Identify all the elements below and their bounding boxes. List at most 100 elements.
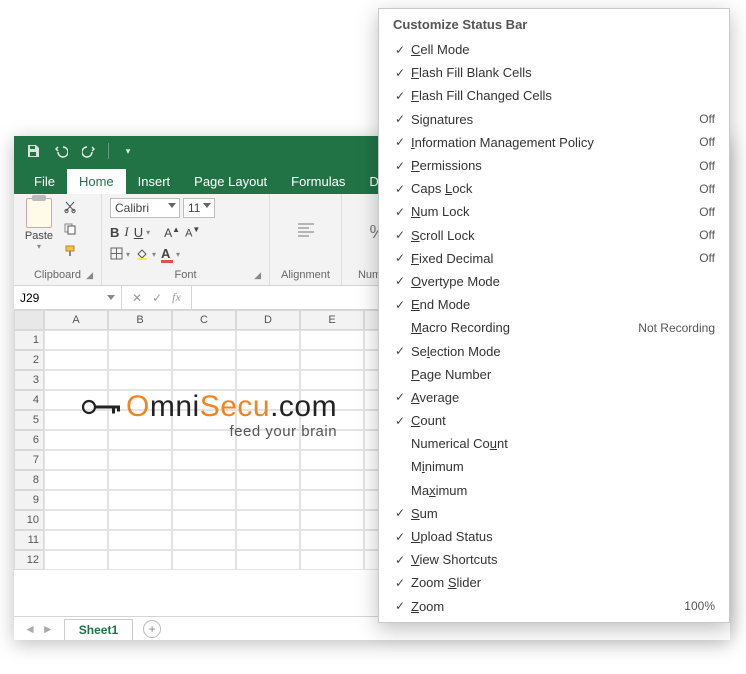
statusbar-option-upload-status[interactable]: ✓Upload Status <box>379 525 729 548</box>
paste-button[interactable]: Paste ▾ <box>22 198 56 251</box>
cell[interactable] <box>172 490 236 510</box>
ribbon-tab-formulas[interactable]: Formulas <box>279 169 357 194</box>
sheet-nav-next-icon[interactable]: ► <box>42 622 54 636</box>
qat-customize-icon[interactable]: ▾ <box>119 142 137 160</box>
sheet-nav-prev-icon[interactable]: ◄ <box>24 622 36 636</box>
statusbar-option-page-number[interactable]: Page Number <box>379 363 729 386</box>
borders-icon[interactable] <box>110 247 123 263</box>
row-header[interactable]: 6 <box>14 430 44 450</box>
cell[interactable] <box>44 450 108 470</box>
ribbon-tab-page-layout[interactable]: Page Layout <box>182 169 279 194</box>
column-header[interactable]: B <box>108 310 172 330</box>
cell[interactable] <box>44 370 108 390</box>
cell[interactable] <box>44 550 108 570</box>
cell[interactable] <box>44 470 108 490</box>
row-header[interactable]: 9 <box>14 490 44 510</box>
cell[interactable] <box>236 530 300 550</box>
cell[interactable] <box>44 330 108 350</box>
row-header[interactable]: 5 <box>14 410 44 430</box>
statusbar-option-flash-fill-changed-cells[interactable]: ✓Flash Fill Changed Cells <box>379 84 729 107</box>
undo-icon[interactable] <box>52 142 70 160</box>
cell[interactable] <box>172 470 236 490</box>
cell[interactable] <box>108 470 172 490</box>
cell[interactable] <box>300 550 364 570</box>
ribbon-tab-file[interactable]: File <box>22 169 67 194</box>
column-header[interactable]: D <box>236 310 300 330</box>
row-header[interactable]: 3 <box>14 370 44 390</box>
statusbar-option-num-lock[interactable]: ✓Num LockOff <box>379 200 729 223</box>
fx-icon[interactable]: fx <box>172 290 181 305</box>
cell[interactable] <box>108 550 172 570</box>
cell[interactable] <box>236 510 300 530</box>
cell[interactable] <box>108 510 172 530</box>
select-all-corner[interactable] <box>14 310 44 330</box>
cell[interactable] <box>300 470 364 490</box>
font-size-combo[interactable]: 11 <box>183 198 215 218</box>
underline-button[interactable]: U <box>134 225 143 240</box>
row-header[interactable]: 10 <box>14 510 44 530</box>
cell[interactable] <box>300 490 364 510</box>
decrease-font-icon[interactable]: A▼ <box>185 225 200 240</box>
column-header[interactable]: C <box>172 310 236 330</box>
ribbon-tab-insert[interactable]: Insert <box>126 169 183 194</box>
row-header[interactable]: 2 <box>14 350 44 370</box>
statusbar-option-caps-lock[interactable]: ✓Caps LockOff <box>379 177 729 200</box>
statusbar-option-selection-mode[interactable]: ✓Selection Mode <box>379 339 729 362</box>
bold-button[interactable]: B <box>110 225 119 240</box>
cell[interactable] <box>300 330 364 350</box>
statusbar-option-minimum[interactable]: Minimum <box>379 455 729 478</box>
cell[interactable] <box>172 510 236 530</box>
statusbar-option-fixed-decimal[interactable]: ✓Fixed DecimalOff <box>379 247 729 270</box>
column-header[interactable]: E <box>300 310 364 330</box>
cell[interactable] <box>108 370 172 390</box>
cell[interactable] <box>300 350 364 370</box>
statusbar-option-cell-mode[interactable]: ✓Cell Mode <box>379 38 729 61</box>
cell[interactable] <box>236 490 300 510</box>
cell[interactable] <box>236 450 300 470</box>
row-header[interactable]: 1 <box>14 330 44 350</box>
statusbar-option-overtype-mode[interactable]: ✓Overtype Mode <box>379 270 729 293</box>
cell[interactable] <box>44 510 108 530</box>
statusbar-option-zoom[interactable]: ✓Zoom100% <box>379 595 729 618</box>
statusbar-option-sum[interactable]: ✓Sum <box>379 502 729 525</box>
cell[interactable] <box>172 450 236 470</box>
row-header[interactable]: 12 <box>14 550 44 570</box>
dialog-launcher-icon[interactable]: ◢ <box>254 270 261 281</box>
row-header[interactable]: 8 <box>14 470 44 490</box>
cell[interactable] <box>172 530 236 550</box>
name-box[interactable]: J29 <box>14 286 122 309</box>
cell[interactable] <box>108 530 172 550</box>
cell[interactable] <box>108 450 172 470</box>
save-icon[interactable] <box>24 142 42 160</box>
cell[interactable] <box>172 370 236 390</box>
column-header[interactable]: A <box>44 310 108 330</box>
fill-color-icon[interactable] <box>135 247 149 263</box>
statusbar-option-average[interactable]: ✓Average <box>379 386 729 409</box>
statusbar-option-end-mode[interactable]: ✓End Mode <box>379 293 729 316</box>
enter-formula-icon[interactable]: ✓ <box>152 291 162 305</box>
font-color-icon[interactable]: A <box>161 246 173 263</box>
dialog-launcher-icon[interactable]: ◢ <box>86 270 93 281</box>
statusbar-option-view-shortcuts[interactable]: ✓View Shortcuts <box>379 548 729 571</box>
cell[interactable] <box>300 510 364 530</box>
statusbar-option-flash-fill-blank-cells[interactable]: ✓Flash Fill Blank Cells <box>379 61 729 84</box>
statusbar-option-zoom-slider[interactable]: ✓Zoom Slider <box>379 571 729 594</box>
cell[interactable] <box>44 490 108 510</box>
copy-icon[interactable] <box>60 220 80 238</box>
add-sheet-button[interactable]: + <box>143 620 161 638</box>
cell[interactable] <box>300 370 364 390</box>
italic-button[interactable]: I <box>124 224 128 240</box>
cell[interactable] <box>44 530 108 550</box>
cell[interactable] <box>236 470 300 490</box>
row-header[interactable]: 4 <box>14 390 44 410</box>
statusbar-option-scroll-lock[interactable]: ✓Scroll LockOff <box>379 224 729 247</box>
cell[interactable] <box>300 530 364 550</box>
statusbar-option-permissions[interactable]: ✓PermissionsOff <box>379 154 729 177</box>
cell[interactable] <box>108 330 172 350</box>
ribbon-tab-home[interactable]: Home <box>67 169 126 194</box>
format-painter-icon[interactable] <box>60 242 80 260</box>
cell[interactable] <box>172 330 236 350</box>
cell[interactable] <box>172 550 236 570</box>
redo-icon[interactable] <box>80 142 98 160</box>
statusbar-option-maximum[interactable]: Maximum <box>379 479 729 502</box>
